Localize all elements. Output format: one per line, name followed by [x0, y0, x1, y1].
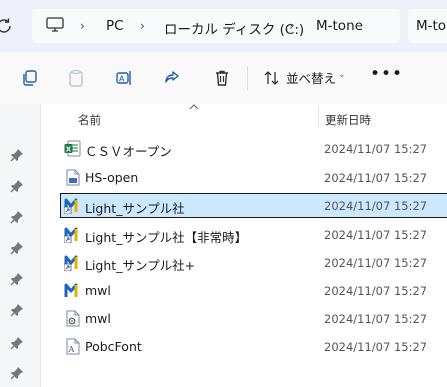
column-divider[interactable] [318, 106, 319, 128]
document-icon [66, 169, 80, 186]
copy-icon [23, 70, 37, 86]
svg-text:A: A [68, 345, 75, 354]
sort-button[interactable]: 並べ替え [286, 68, 336, 87]
breadcrumb-m-tone[interactable]: M-tone [316, 18, 363, 34]
navigation-pane [0, 104, 41, 387]
chevron-down-icon: ⌄ [338, 70, 346, 80]
pin-icon[interactable] [10, 336, 24, 350]
pin-icon[interactable] [10, 241, 24, 255]
file-date: 2024/11/07 15:27 [324, 171, 428, 185]
address-bar-area: › PC › ローカル ディスク (C:) › M-tone M-to [0, 0, 447, 52]
refresh-icon[interactable] [0, 16, 14, 36]
file-row[interactable]: X ＣＳＶオープン 2024/11/07 15:27 [61, 137, 447, 160]
file-date: 2024/11/07 15:27 [324, 312, 428, 326]
svg-text:A: A [119, 75, 125, 84]
file-date: 2024/11/07 15:27 [324, 199, 428, 213]
share-button[interactable] [160, 66, 184, 90]
pin-icon[interactable] [10, 366, 24, 380]
svg-text:X: X [66, 145, 72, 153]
app-shortcut-icon [64, 255, 78, 271]
app-icon [64, 283, 78, 297]
font-file-icon: A [66, 338, 80, 355]
file-row[interactable]: mwl 2024/11/07 15:27 [61, 307, 447, 330]
file-date: 2024/11/07 15:27 [324, 256, 428, 270]
file-name: Light_サンプル社【非常時】 [85, 230, 248, 245]
chevron-right-icon: › [140, 19, 145, 33]
share-icon [165, 71, 179, 83]
file-name: PobcFont [85, 339, 142, 354]
file-row[interactable]: A PobcFont 2024/11/07 15:27 [61, 335, 447, 358]
copy-button[interactable] [18, 66, 42, 90]
clipboard-icon [69, 69, 83, 87]
file-date: 2024/11/07 15:27 [324, 284, 428, 298]
file-name: mwl [85, 311, 111, 326]
file-name: HS-open [85, 170, 139, 185]
breadcrumb-pc[interactable]: PC [106, 18, 124, 34]
trash-icon [216, 70, 228, 86]
chevron-right-icon: › [80, 19, 85, 33]
excel-csv-icon: X [64, 140, 81, 157]
file-row[interactable]: mwl 2024/11/07 15:27 [61, 279, 447, 302]
rename-icon: A [116, 71, 131, 85]
chevron-right-icon: › [289, 19, 294, 33]
file-name: mwl [85, 283, 111, 298]
pin-icon[interactable] [10, 148, 24, 162]
app-shortcut-icon [64, 227, 78, 243]
pin-icon[interactable] [10, 272, 24, 286]
more-options-button[interactable]: ••• [370, 64, 403, 84]
column-header-name[interactable]: 名前 [78, 112, 101, 128]
rename-button[interactable]: A [112, 66, 136, 90]
app-shortcut-icon [64, 198, 78, 214]
file-name: Light_サンプル社+ [85, 258, 196, 273]
file-date: 2024/11/07 15:27 [324, 228, 428, 242]
column-header-date[interactable]: 更新日時 [325, 112, 371, 128]
file-date: 2024/11/07 15:27 [324, 142, 428, 156]
sort-icon-wrap[interactable] [260, 66, 284, 90]
sort-icon [264, 71, 279, 85]
sort-caret-icon [189, 104, 199, 110]
file-row[interactable]: Light_サンプル社【非常時】 2024/11/07 15:27 [61, 223, 447, 246]
file-row[interactable]: Light_サンプル社+ 2024/11/07 15:27 [61, 251, 447, 274]
breadcrumb-local-disk[interactable]: ローカル ディスク (C:) [164, 18, 304, 38]
file-name: Light_サンプル社 [85, 201, 185, 216]
config-file-icon [66, 310, 80, 327]
toolbar-divider [247, 66, 248, 90]
file-name: ＣＳＶオープン [85, 144, 172, 159]
file-date: 2024/11/07 15:27 [324, 340, 428, 354]
file-row[interactable]: Light_サンプル社 2024/11/07 15:27 [60, 193, 447, 218]
pin-icon[interactable] [10, 303, 24, 317]
file-row[interactable]: HS-open 2024/11/07 15:27 [61, 166, 447, 189]
pin-icon[interactable] [10, 179, 24, 193]
pin-icon[interactable] [10, 210, 24, 224]
computer-icon [46, 17, 64, 32]
breadcrumb-next[interactable]: M-to [416, 18, 446, 34]
paste-button[interactable] [64, 66, 88, 90]
delete-button[interactable] [210, 66, 234, 90]
